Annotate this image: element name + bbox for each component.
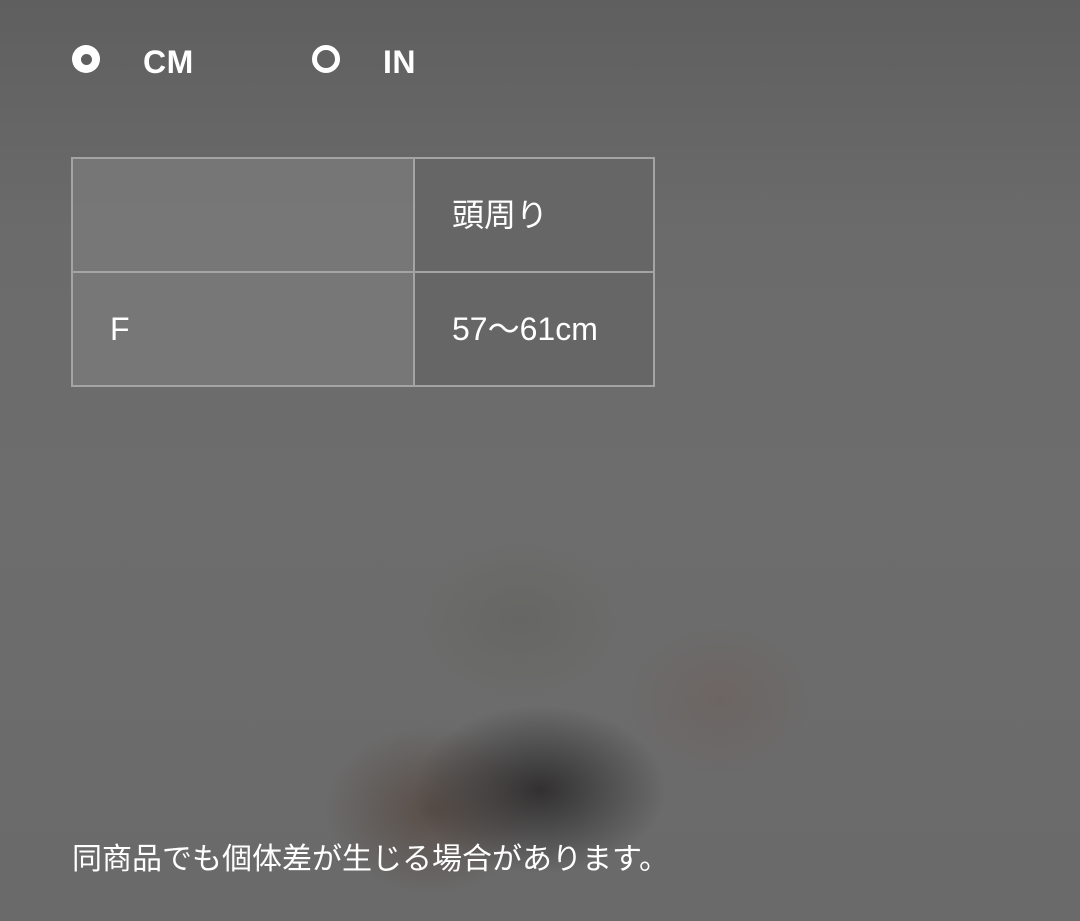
column-header-head-circumference: 頭周り (452, 197, 549, 233)
size-value-cell: 57〜61cm (413, 271, 655, 387)
size-label: F (110, 311, 130, 347)
size-table: 頭周り F 57〜61cm (71, 157, 655, 387)
radio-option-in[interactable]: IN (310, 42, 430, 84)
table-corner-cell (71, 157, 415, 273)
size-label-cell: F (71, 271, 415, 387)
individual-difference-note: 同商品でも個体差が生じる場合があります。 (72, 842, 669, 877)
table-header-row: 頭周り (71, 157, 655, 273)
blurred-product-background (0, 0, 1080, 921)
table-header-cell: 頭周り (413, 157, 655, 273)
radio-option-cm[interactable]: CM (70, 42, 210, 84)
radio-label-cm: CM (143, 44, 194, 80)
radio-checked-icon (72, 45, 100, 73)
table-row: F 57〜61cm (71, 271, 655, 387)
radio-unchecked-icon (312, 45, 340, 73)
radio-label-in: IN (383, 44, 416, 80)
size-value: 57〜61cm (452, 311, 598, 347)
